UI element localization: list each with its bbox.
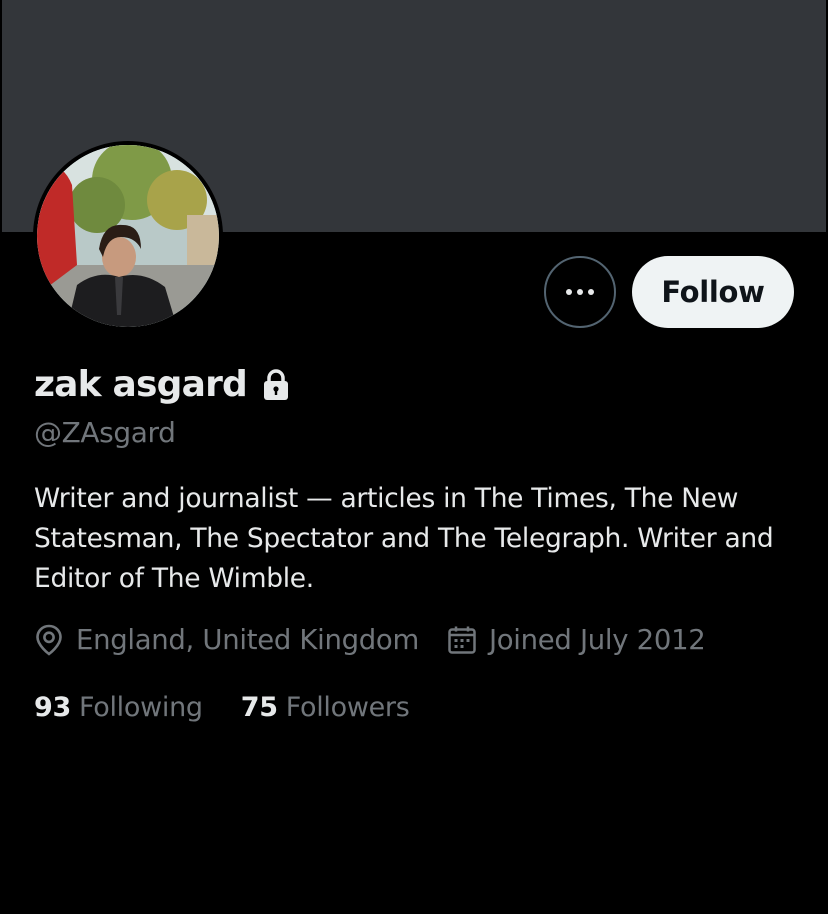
followers-link[interactable]: 75 Followers	[241, 692, 410, 723]
joined-item: Joined July 2012	[447, 624, 706, 656]
more-horizontal-icon-dot	[588, 289, 594, 295]
display-name: zak asgard	[34, 364, 248, 405]
location-pin-icon	[34, 624, 64, 656]
more-horizontal-icon	[566, 289, 572, 295]
name-row: zak asgard	[34, 364, 291, 405]
more-options-button[interactable]	[544, 256, 616, 328]
profile-bio: Writer and journalist — articles in The …	[34, 483, 774, 594]
location-text: England, United Kingdom	[76, 624, 419, 656]
location-item: England, United Kingdom	[34, 624, 419, 656]
follow-button[interactable]: Follow	[632, 256, 794, 328]
profile-handle: @ZAsgard	[34, 416, 176, 449]
followers-count: 75	[240, 692, 278, 723]
profile-stats: 93 Following 75 Followers	[34, 692, 410, 723]
avatar-photo	[37, 145, 219, 327]
lock-icon	[261, 368, 291, 402]
following-count: 93	[34, 692, 71, 723]
following-label: Following	[78, 692, 203, 723]
joined-text: Joined July 2012	[488, 624, 706, 656]
followers-label: Followers	[285, 692, 410, 723]
avatar[interactable]	[33, 141, 223, 331]
profile-meta: England, United Kingdom Joined July 2012	[34, 624, 706, 656]
following-link[interactable]: 93 Following	[34, 692, 203, 723]
calendar-icon	[447, 625, 477, 655]
more-horizontal-icon-dot	[577, 289, 583, 295]
